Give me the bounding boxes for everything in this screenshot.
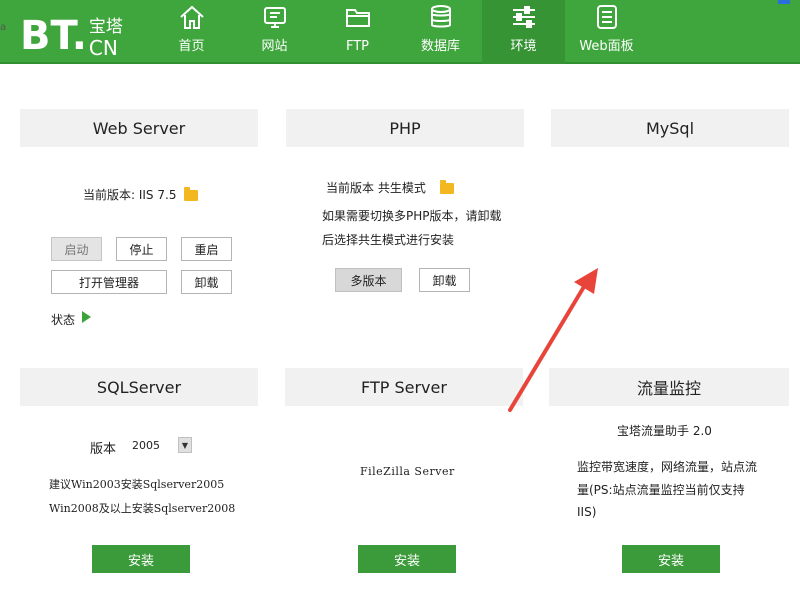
main-nav: 首页 网站 FTP 数据库 环境 Web面板 xyxy=(150,0,648,64)
nav-website[interactable]: 网站 xyxy=(233,0,316,64)
logo-bt: BT. xyxy=(20,13,87,59)
nav-environment[interactable]: 环境 xyxy=(482,0,565,64)
mysql-card-header: MySql xyxy=(551,109,789,147)
nav-label: FTP xyxy=(345,39,370,54)
webserver-uninstall-button[interactable]: 卸载 xyxy=(181,270,232,294)
home-icon xyxy=(179,5,204,29)
webserver-version: 当前版本: IIS 7.5 xyxy=(83,186,199,203)
nav-ftp[interactable]: FTP xyxy=(316,0,399,64)
traffic-install-button[interactable]: 安装 xyxy=(622,545,720,573)
sqlserver-version-select[interactable]: 2005 ▼ xyxy=(132,436,192,454)
php-multi-version-button[interactable]: 多版本 xyxy=(335,268,402,292)
top-header: BT. 宝塔 CN 首页 网站 FTP 数据库 环境 Web面板 xyxy=(0,0,800,64)
nav-label: Web面板 xyxy=(579,39,634,54)
php-note-line2: 后选择共生模式进行安装 xyxy=(322,233,455,247)
ftpserver-card-header: FTP Server xyxy=(285,368,523,406)
webserver-stop-button[interactable]: 停止 xyxy=(116,237,167,261)
webserver-restart-button[interactable]: 重启 xyxy=(181,237,232,261)
nav-label: 数据库 xyxy=(420,39,460,54)
bt-logo[interactable]: BT. 宝塔 CN xyxy=(20,4,123,60)
webserver-card-header: Web Server xyxy=(20,109,258,147)
traffic-subtitle: 宝塔流量助手 2.0 xyxy=(617,424,712,438)
edge-mark: a xyxy=(0,22,7,33)
nav-label: 网站 xyxy=(261,39,288,54)
monitor-icon xyxy=(263,7,286,28)
nav-home[interactable]: 首页 xyxy=(150,0,233,64)
traffic-note-line2: 量(PS:站点流量监控当前仅支持 xyxy=(577,483,745,497)
open-manager-button[interactable]: 打开管理器 xyxy=(51,270,167,294)
webserver-start-button[interactable]: 启动 xyxy=(51,237,102,261)
webserver-status-label: 状态 xyxy=(51,313,76,327)
traffic-note-line1: 监控带宽速度，网络流量，站点流 xyxy=(577,460,758,474)
sqlserver-version-value: 2005 xyxy=(132,438,160,452)
sqlserver-note-line1: 建议Win2003安装Sqlserver2005 xyxy=(49,478,225,491)
sqlserver-card-header: SQLServer xyxy=(20,368,258,406)
php-version-text: 当前版本 共生模式 xyxy=(326,181,426,195)
webserver-version-text: 当前版本: IIS 7.5 xyxy=(83,188,177,202)
traffic-note-line3: IIS) xyxy=(577,505,597,519)
php-note-line1: 如果需要切换多PHP版本，请卸载 xyxy=(322,209,502,223)
php-version: 当前版本 共生模式 xyxy=(326,179,454,196)
nav-database[interactable]: 数据库 xyxy=(399,0,482,64)
sqlserver-install-button[interactable]: 安装 xyxy=(92,545,190,573)
panel-list-icon xyxy=(596,5,617,29)
nav-label: 首页 xyxy=(178,39,205,54)
logo-cn-top: 宝塔 xyxy=(88,17,123,37)
nav-web-panel[interactable]: Web面板 xyxy=(565,0,648,64)
php-uninstall-button[interactable]: 卸载 xyxy=(419,268,470,292)
folder-icon[interactable] xyxy=(439,180,454,194)
sqlserver-version-label: 版本 xyxy=(90,442,117,457)
ftpserver-install-button[interactable]: 安装 xyxy=(358,545,456,573)
folder-icon[interactable] xyxy=(184,187,199,201)
database-icon xyxy=(430,5,451,28)
sliders-icon xyxy=(512,6,535,28)
chevron-down-icon[interactable]: ▼ xyxy=(178,437,192,453)
sqlserver-note-line2: Win2008及以上安装Sqlserver2008 xyxy=(49,502,236,515)
status-running-icon xyxy=(82,311,91,323)
ftpserver-product: FileZilla Server xyxy=(360,465,455,478)
folder-icon xyxy=(345,9,370,27)
logo-cn-bottom: CN xyxy=(88,36,118,60)
corner-indicator xyxy=(778,0,790,4)
annotation-arrow-icon xyxy=(508,268,598,412)
php-card-header: PHP xyxy=(286,109,524,147)
nav-label: 环境 xyxy=(510,39,537,54)
